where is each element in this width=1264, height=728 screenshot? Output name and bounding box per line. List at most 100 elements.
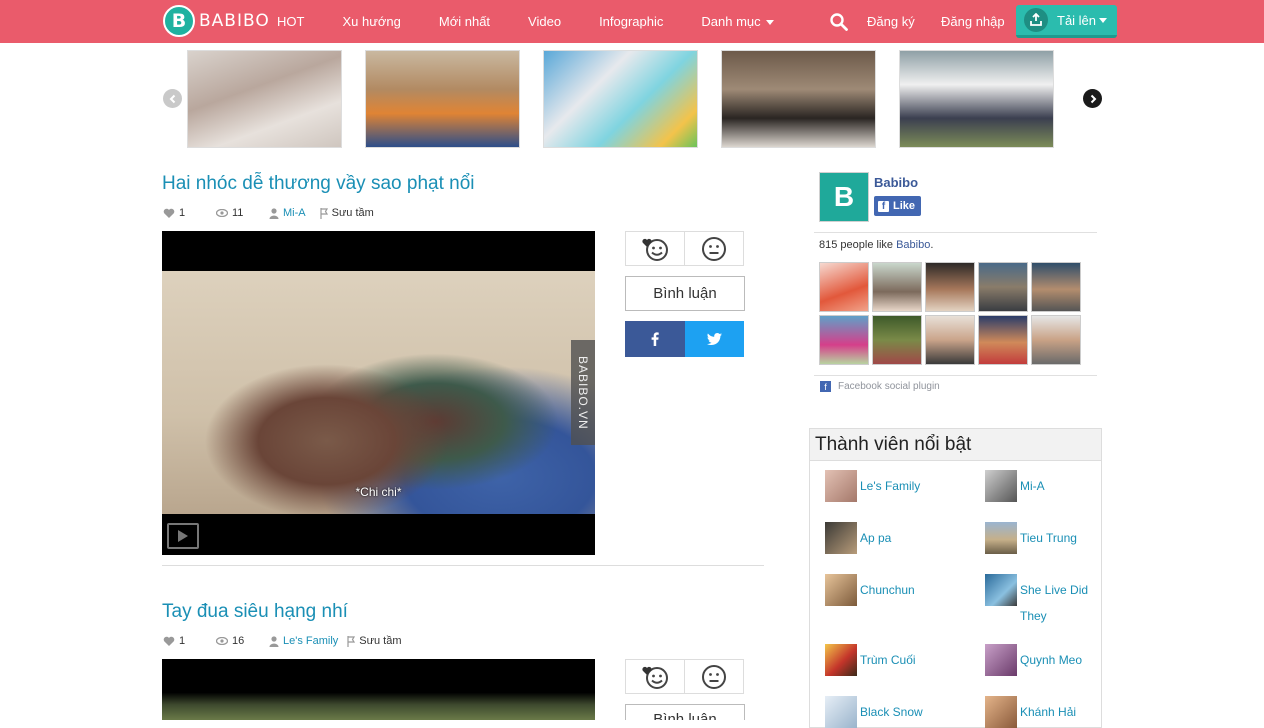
- fan-avatar[interactable]: [819, 262, 869, 312]
- facebook-icon: f: [820, 381, 831, 392]
- fan-avatar[interactable]: [872, 262, 922, 312]
- upload-icon: [1024, 8, 1048, 32]
- fan-avatar[interactable]: [925, 315, 975, 365]
- login-link[interactable]: Đăng nhập: [941, 0, 1005, 43]
- member-avatar: [985, 644, 1017, 676]
- upload-label: Tải lên: [1057, 12, 1097, 28]
- member-item[interactable]: Mi-A: [985, 470, 1100, 502]
- heart-smile-icon: [642, 238, 668, 261]
- member-item[interactable]: Quynh Meo: [985, 644, 1100, 676]
- nav-newest[interactable]: Mới nhất: [439, 14, 490, 29]
- nav-video[interactable]: Video: [528, 14, 561, 29]
- member-item[interactable]: Le's Family: [825, 470, 940, 502]
- fan-avatar[interactable]: [978, 315, 1028, 365]
- featured-members-title: Thành viên nổi bật: [810, 429, 1101, 461]
- member-name: Black Snow: [860, 705, 923, 719]
- carousel-thumbnail[interactable]: [899, 50, 1054, 148]
- post-meta: 1 16 Le's Family Sưu tầm: [163, 634, 402, 648]
- member-name: Khánh Hải: [1020, 705, 1077, 719]
- register-link[interactable]: Đăng ký: [867, 0, 915, 43]
- fb-page-link[interactable]: Babibo: [896, 239, 930, 251]
- member-avatar: [825, 522, 857, 554]
- member-avatar: [825, 470, 857, 502]
- user-icon: [269, 207, 279, 219]
- member-item[interactable]: Trùm Cuối: [825, 644, 940, 676]
- heart-icon: [163, 636, 175, 646]
- divider: [814, 232, 1097, 233]
- comment-button[interactable]: Bình luận: [625, 276, 745, 311]
- view-count: 16: [232, 635, 245, 647]
- fb-like-button[interactable]: f Like: [874, 196, 921, 216]
- post-author-link[interactable]: Mi-A: [283, 207, 306, 219]
- member-name: She Live Did They: [1020, 583, 1089, 623]
- member-avatar: [825, 696, 857, 728]
- user-icon: [269, 635, 279, 647]
- fan-avatar[interactable]: [872, 315, 922, 365]
- share-facebook-button[interactable]: [625, 321, 685, 357]
- neutral-face-icon: [702, 664, 726, 689]
- fb-plugin-footer[interactable]: f Facebook social plugin: [820, 381, 940, 392]
- facebook-icon: [651, 332, 659, 346]
- post-title[interactable]: Tay đua siêu hạng nhí: [162, 601, 348, 623]
- video-player[interactable]: BABIBO.VN *Chi chi*: [162, 231, 595, 555]
- heart-smile-icon: [642, 666, 668, 689]
- post-author-link[interactable]: Le's Family: [283, 635, 338, 647]
- nav-categories-dropdown[interactable]: Danh mục: [701, 14, 774, 29]
- carousel-next-button[interactable]: [1083, 89, 1102, 108]
- reaction-bar: [625, 231, 744, 266]
- fan-avatar[interactable]: [1031, 315, 1081, 365]
- member-item[interactable]: Ap pa: [825, 522, 940, 554]
- carousel-prev-button[interactable]: [163, 89, 182, 108]
- reaction-bar: [625, 659, 744, 694]
- video-player[interactable]: [162, 659, 595, 720]
- like-count: 1: [179, 207, 186, 219]
- fan-avatar[interactable]: [925, 262, 975, 312]
- love-reaction-button[interactable]: [626, 660, 684, 693]
- upload-button[interactable]: Tải lên: [1016, 5, 1117, 38]
- search-icon[interactable]: [829, 12, 849, 32]
- share-twitter-button[interactable]: [684, 321, 744, 357]
- member-item[interactable]: Chunchun: [825, 574, 940, 606]
- meh-reaction-button[interactable]: [684, 660, 743, 693]
- main-nav: HOT Xu hướng Mới nhất Video Infographic …: [277, 0, 812, 43]
- member-name: Ap pa: [860, 531, 892, 545]
- love-reaction-button[interactable]: [626, 232, 684, 265]
- nav-trending[interactable]: Xu hướng: [342, 14, 400, 29]
- member-item[interactable]: She Live Did They: [985, 574, 1100, 629]
- top-navbar: B BABIBO HOT Xu hướng Mới nhất Video Inf…: [0, 0, 1264, 43]
- member-item[interactable]: Tieu Trung: [985, 522, 1100, 554]
- fan-avatar[interactable]: [1031, 262, 1081, 312]
- member-avatar: [825, 644, 857, 676]
- meh-reaction-button[interactable]: [684, 232, 743, 265]
- carousel-thumbnail[interactable]: [365, 50, 520, 148]
- carousel-thumbnail[interactable]: [187, 50, 342, 148]
- fb-like-count: 815 people like Babibo.: [819, 239, 934, 251]
- fb-page-name[interactable]: Babibo: [874, 175, 918, 190]
- nav-infographic[interactable]: Infographic: [599, 14, 663, 29]
- member-name: Trùm Cuối: [860, 653, 916, 667]
- divider: [814, 375, 1097, 376]
- member-item[interactable]: Khánh Hải: [985, 696, 1100, 728]
- chevron-left-icon: [169, 94, 175, 103]
- fan-avatar[interactable]: [819, 315, 869, 365]
- comment-button[interactable]: Bình luận: [625, 704, 745, 720]
- fb-like-count-text: 815 people like: [819, 239, 894, 251]
- nav-categories-label: Danh mục: [701, 14, 761, 29]
- site-logo[interactable]: B BABIBO: [163, 5, 270, 37]
- chevron-down-icon: [1099, 17, 1108, 23]
- carousel-thumbnail[interactable]: [543, 50, 698, 148]
- fb-page-avatar[interactable]: B: [819, 172, 869, 222]
- member-item[interactable]: Black Snow: [825, 696, 940, 728]
- carousel-thumbnail[interactable]: [721, 50, 876, 148]
- post-title[interactable]: Hai nhóc dễ thương vầy sao phạt nổi: [162, 173, 475, 195]
- fan-avatar[interactable]: [978, 262, 1028, 312]
- flag-icon: [320, 207, 328, 219]
- post-source: Sưu tầm: [359, 635, 402, 647]
- like-count: 1: [179, 635, 186, 647]
- heart-icon: [163, 208, 175, 218]
- nav-hot[interactable]: HOT: [277, 14, 304, 29]
- facebook-icon: f: [878, 200, 889, 212]
- fb-like-label: Like: [893, 200, 916, 212]
- play-icon[interactable]: [167, 523, 199, 549]
- logo-text: BABIBO: [199, 11, 270, 31]
